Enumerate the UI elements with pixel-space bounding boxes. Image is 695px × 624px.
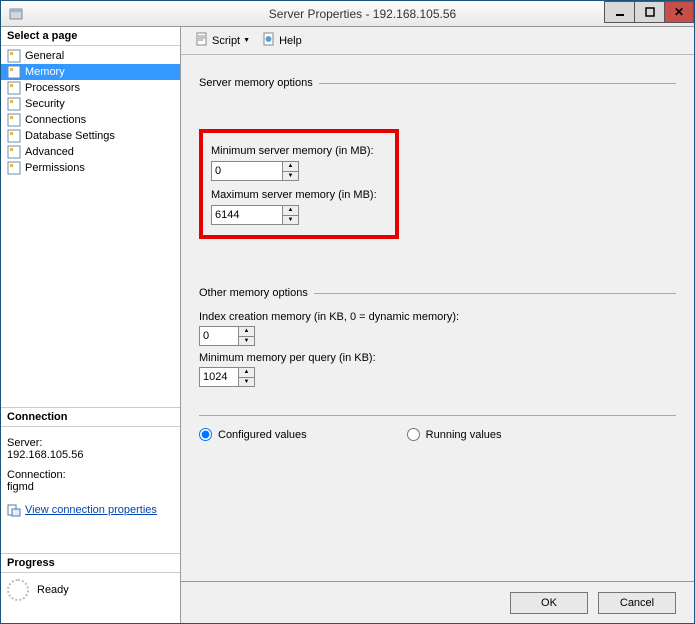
values-radio-group: Configured values Running values xyxy=(199,428,676,441)
page-icon xyxy=(7,113,21,127)
min-query-memory-input[interactable] xyxy=(199,367,239,387)
max-memory-spinner[interactable]: ▲▼ xyxy=(283,205,299,225)
running-values-radio[interactable]: Running values xyxy=(407,428,502,441)
script-label: Script xyxy=(212,35,240,47)
running-values-radio-input[interactable] xyxy=(407,428,420,441)
titlebar: Server Properties - 192.168.105.56 ✕ xyxy=(1,1,694,27)
running-values-label: Running values xyxy=(426,429,502,441)
page-icon xyxy=(7,49,21,63)
index-memory-spinner[interactable]: ▲▼ xyxy=(239,326,255,346)
progress-section: Ready xyxy=(1,573,180,607)
min-memory-input[interactable] xyxy=(211,161,283,181)
window-controls: ✕ xyxy=(604,1,694,23)
page-item-connections[interactable]: Connections xyxy=(1,112,180,128)
page-label: Memory xyxy=(25,66,65,78)
max-memory-input[interactable] xyxy=(211,205,283,225)
server-memory-options-group: Server memory options xyxy=(199,77,676,89)
page-icon xyxy=(7,129,21,143)
chevron-down-icon: ▼ xyxy=(243,37,250,44)
minimize-button[interactable] xyxy=(604,1,634,23)
configured-values-radio[interactable]: Configured values xyxy=(199,428,307,441)
content-area: Server memory options Minimum server mem… xyxy=(181,55,694,581)
progress-status: Ready xyxy=(37,584,69,596)
right-panel: Script ▼ Help Server memory options Mini… xyxy=(181,27,694,623)
index-memory-input[interactable] xyxy=(199,326,239,346)
page-label: Connections xyxy=(25,114,86,126)
app-icon xyxy=(1,6,31,22)
script-icon xyxy=(195,32,209,49)
help-label: Help xyxy=(279,35,302,47)
properties-icon xyxy=(7,503,21,517)
page-label: Advanced xyxy=(25,146,74,158)
connection-section: Server: 192.168.105.56 Connection: figmd… xyxy=(1,427,180,523)
page-item-general[interactable]: General xyxy=(1,48,180,64)
cancel-button[interactable]: Cancel xyxy=(598,592,676,614)
left-panel: Select a page General Memory Processors … xyxy=(1,27,181,623)
window: Server Properties - 192.168.105.56 ✕ Sel… xyxy=(0,0,695,624)
page-list: General Memory Processors Security Conne… xyxy=(1,46,180,178)
connection-label: Connection: xyxy=(7,469,174,481)
group-label: Server memory options xyxy=(199,77,319,89)
help-icon xyxy=(262,32,276,49)
page-item-permissions[interactable]: Permissions xyxy=(1,160,180,176)
max-memory-label: Maximum server memory (in MB): xyxy=(211,189,387,201)
toolbar: Script ▼ Help xyxy=(181,27,694,55)
configured-values-radio-input[interactable] xyxy=(199,428,212,441)
min-memory-label: Minimum server memory (in MB): xyxy=(211,145,387,157)
help-button[interactable]: Help xyxy=(258,30,306,51)
connection-header: Connection xyxy=(1,407,180,427)
page-item-security[interactable]: Security xyxy=(1,96,180,112)
min-memory-spinner[interactable]: ▲▼ xyxy=(283,161,299,181)
page-label: Security xyxy=(25,98,65,110)
min-query-memory-label: Minimum memory per query (in KB): xyxy=(199,352,676,364)
group-label: Other memory options xyxy=(199,287,314,299)
page-item-processors[interactable]: Processors xyxy=(1,80,180,96)
view-connection-properties-link[interactable]: View connection properties xyxy=(25,504,157,516)
window-title: Server Properties - 192.168.105.56 xyxy=(31,7,694,21)
page-icon xyxy=(7,81,21,95)
index-memory-label: Index creation memory (in KB, 0 = dynami… xyxy=(199,311,676,323)
server-label: Server: xyxy=(7,437,174,449)
page-label: Database Settings xyxy=(25,130,115,142)
page-icon xyxy=(7,145,21,159)
close-button[interactable]: ✕ xyxy=(664,1,694,23)
page-item-advanced[interactable]: Advanced xyxy=(1,144,180,160)
page-item-memory[interactable]: Memory xyxy=(1,64,180,80)
page-label: Permissions xyxy=(25,162,85,174)
highlight-box: Minimum server memory (in MB): ▲▼ Maximu… xyxy=(199,129,399,239)
script-button[interactable]: Script ▼ xyxy=(191,30,254,51)
select-page-header: Select a page xyxy=(1,27,180,46)
separator xyxy=(199,415,676,416)
page-icon xyxy=(7,161,21,175)
ok-button[interactable]: OK xyxy=(510,592,588,614)
footer: OK Cancel xyxy=(181,581,694,623)
server-value: 192.168.105.56 xyxy=(7,449,174,461)
configured-values-label: Configured values xyxy=(218,429,307,441)
page-icon xyxy=(7,65,21,79)
page-label: General xyxy=(25,50,64,62)
other-memory-options-group: Other memory options xyxy=(199,287,676,299)
progress-header: Progress xyxy=(1,553,180,573)
connection-value: figmd xyxy=(7,481,174,493)
page-icon xyxy=(7,97,21,111)
maximize-button[interactable] xyxy=(634,1,664,23)
dialog-body: Select a page General Memory Processors … xyxy=(1,27,694,623)
page-item-database-settings[interactable]: Database Settings xyxy=(1,128,180,144)
page-label: Processors xyxy=(25,82,80,94)
progress-icon xyxy=(7,579,29,601)
min-query-memory-spinner[interactable]: ▲▼ xyxy=(239,367,255,387)
